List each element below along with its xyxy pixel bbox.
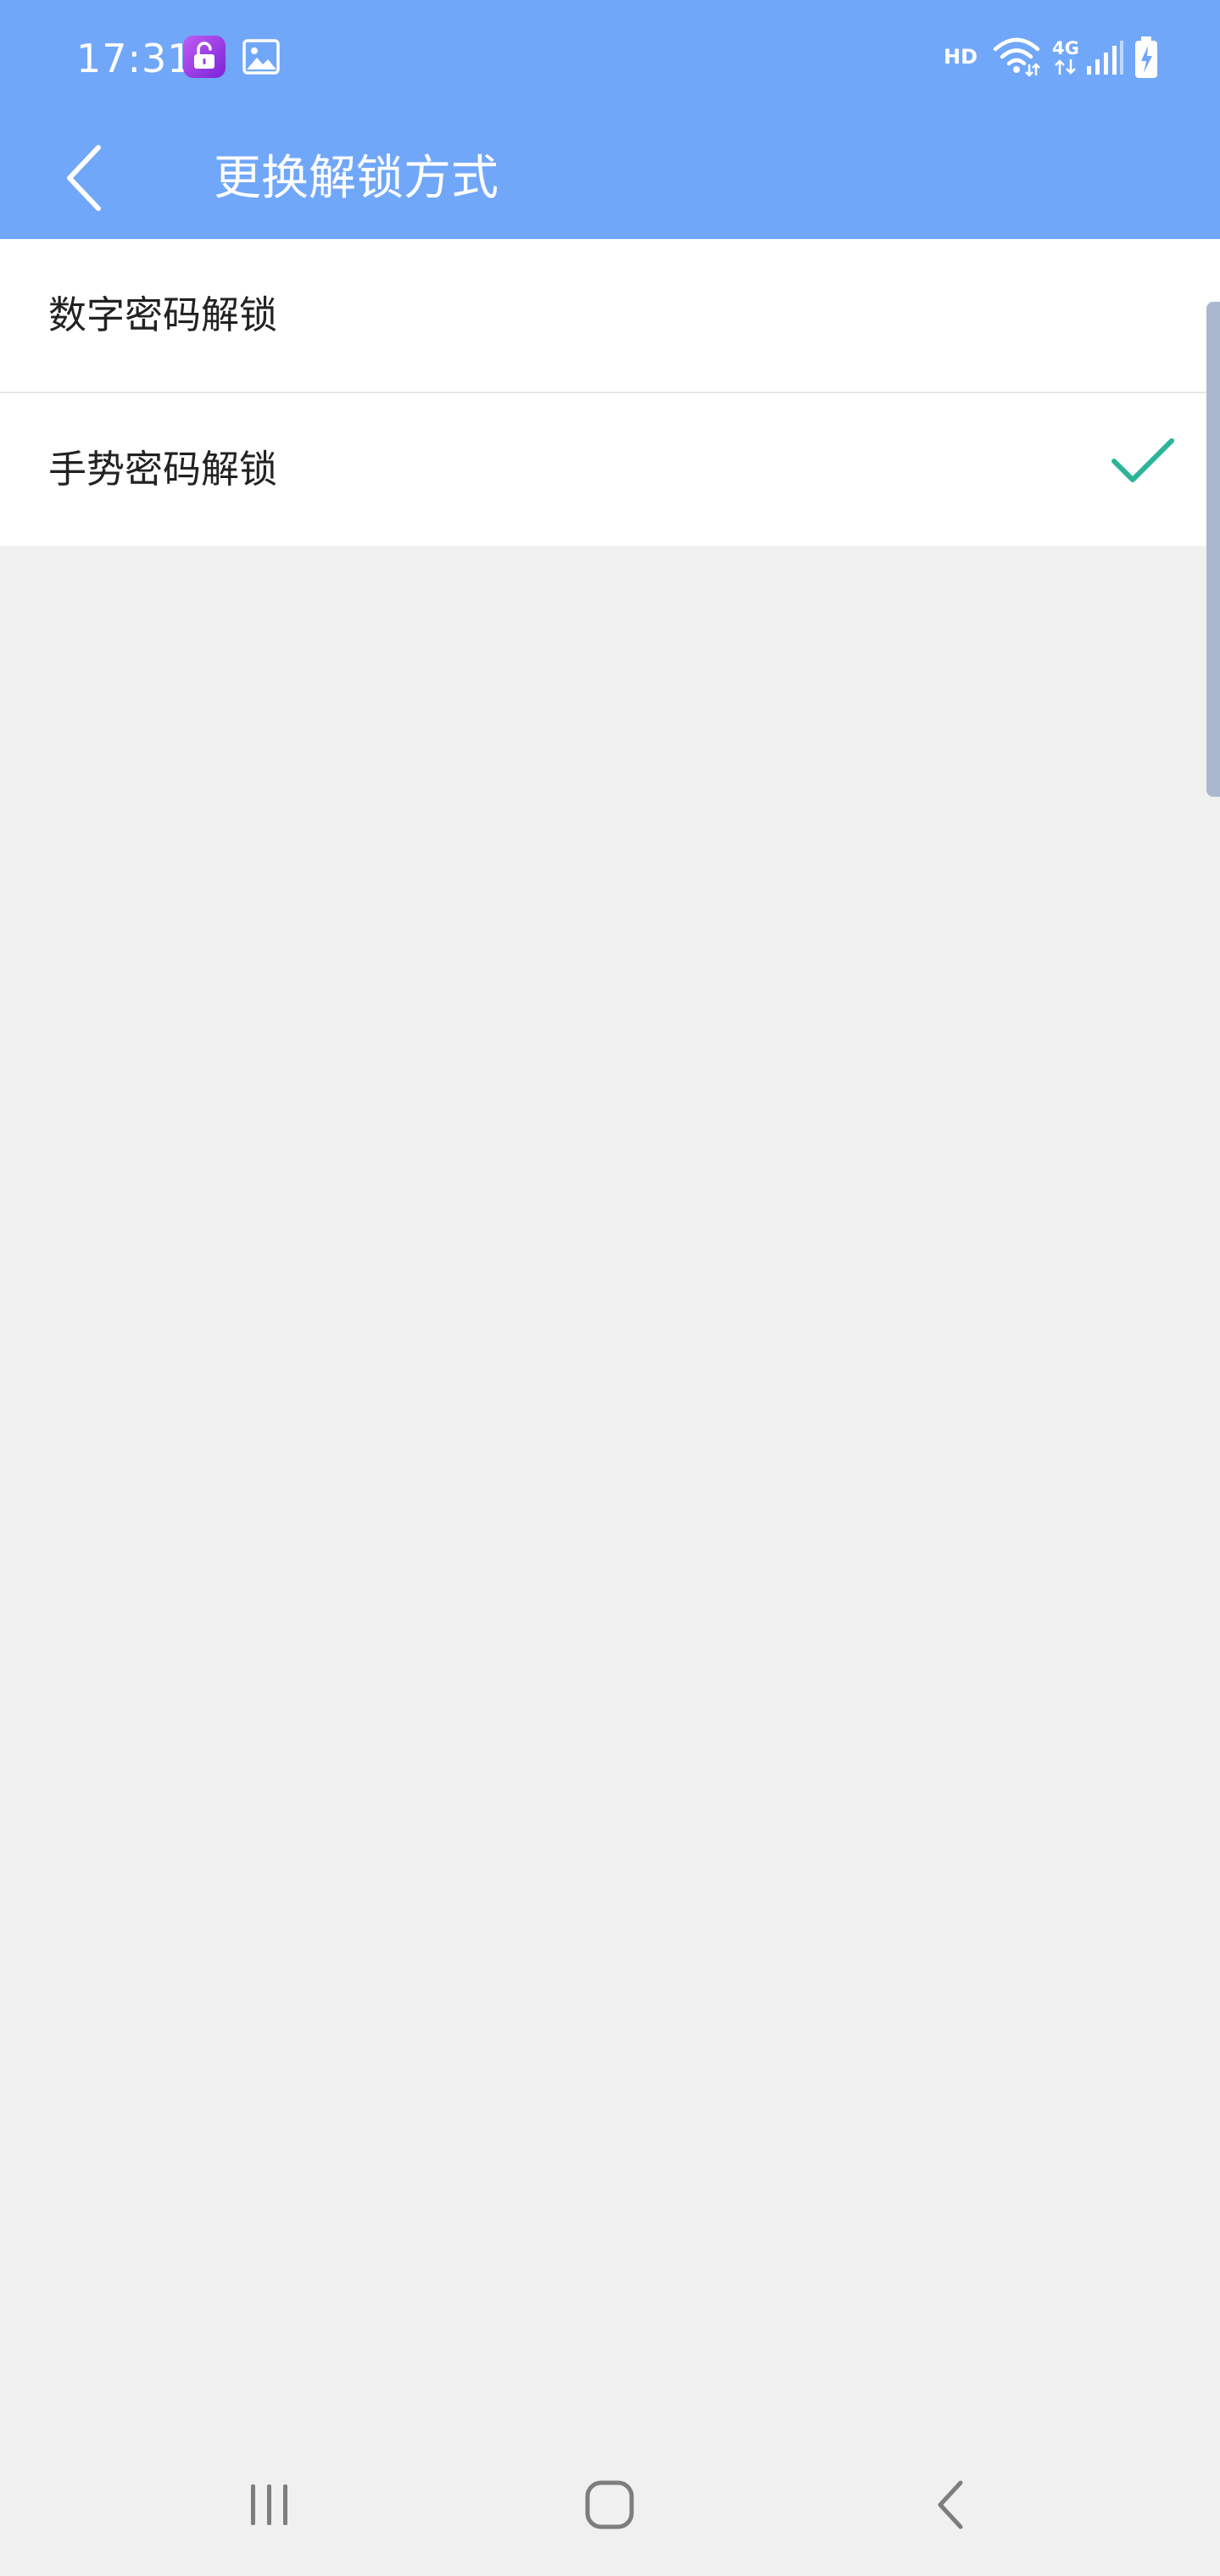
signal-icon <box>1087 41 1123 75</box>
system-back-button[interactable] <box>900 2458 1001 2551</box>
wifi-icon <box>993 37 1040 77</box>
status-bar: 17:31 HD 4G <box>0 0 1220 119</box>
back-button[interactable] <box>42 127 127 229</box>
option-label: 数字密码解锁 <box>48 292 278 337</box>
recent-apps-icon <box>251 2484 287 2525</box>
unlock-method-list: 数字密码解锁 手势密码解锁 <box>0 239 1220 546</box>
home-button[interactable] <box>559 2458 660 2551</box>
app-lock-icon <box>183 36 226 78</box>
navigation-bar <box>0 2441 1220 2576</box>
recent-apps-button[interactable] <box>219 2458 320 2551</box>
option-numeric-password[interactable]: 数字密码解锁 <box>0 239 1220 392</box>
option-gesture-password[interactable]: 手势密码解锁 <box>0 393 1220 546</box>
status-time: 17:31 <box>76 36 193 81</box>
network-type: 4G <box>1052 38 1079 58</box>
battery-charging-icon <box>1135 36 1157 78</box>
option-label: 手势密码解锁 <box>48 447 278 492</box>
scrollbar[interactable] <box>1206 302 1220 797</box>
home-icon <box>585 2480 634 2529</box>
page-title: 更换解锁方式 <box>214 151 499 206</box>
hd-indicator: HD <box>944 45 978 69</box>
chevron-left-icon <box>67 145 101 211</box>
toolbar: 更换解锁方式 <box>0 119 1220 239</box>
back-icon <box>938 2480 963 2529</box>
data-updown-icon <box>1055 59 1076 75</box>
check-icon <box>1111 438 1174 482</box>
gallery-icon <box>242 39 280 75</box>
app-header: 17:31 HD 4G 更换解锁方式 <box>0 0 1220 239</box>
